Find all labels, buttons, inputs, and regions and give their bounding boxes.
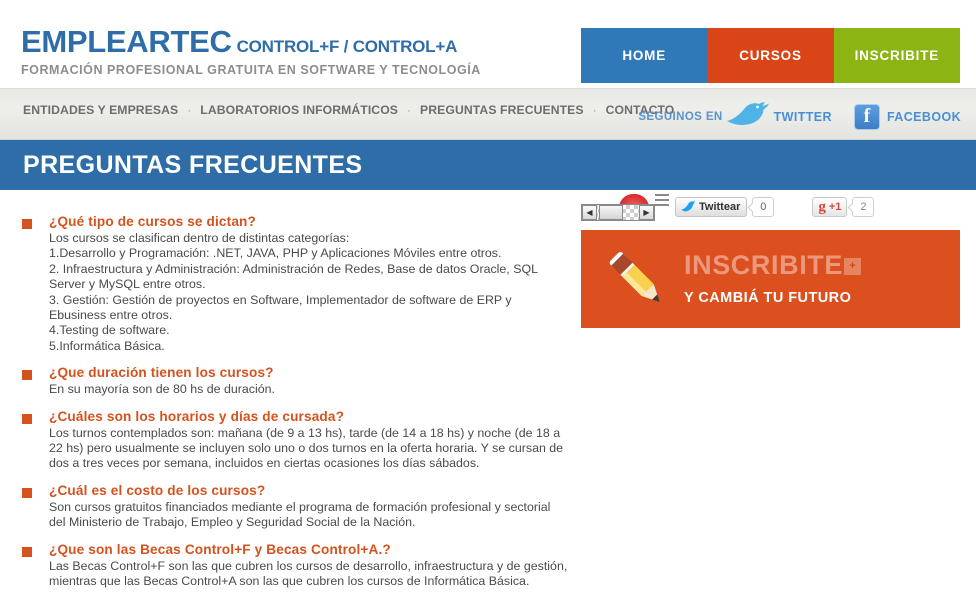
square-bullet-icon <box>22 546 32 557</box>
subnav-separator: · <box>592 103 597 117</box>
twitter-share-widget: Twittear 0 <box>675 197 775 217</box>
faq-question[interactable]: ¿Cuál es el costo de los cursos? <box>49 483 570 499</box>
twitter-logo-icon <box>681 200 695 215</box>
promo-title: INSCRIBITE <box>684 250 844 280</box>
twitter-link-label[interactable]: TWITTER <box>774 110 832 124</box>
social-share-row: ◀ ▶ Twittear 0 g +1 2 <box>581 190 960 224</box>
inscribite-promo-banner[interactable]: INSCRIBITE + Y CAMBIÁ TU FUTURO <box>581 230 960 328</box>
primary-navigation: HOME CURSOS INSCRIBITE <box>581 28 960 83</box>
subnav-item-entidades[interactable]: ENTIDADES Y EMPRESAS <box>23 103 178 117</box>
faq-item: ¿Qué tipo de cursos se dictan? Los curso… <box>22 214 570 354</box>
square-bullet-icon <box>22 487 32 498</box>
scroll-left-arrow-icon[interactable]: ◀ <box>582 205 597 220</box>
scrollbar-thumb[interactable] <box>599 205 623 220</box>
faq-question[interactable]: ¿Que son las Becas Control+F y Becas Con… <box>49 542 570 558</box>
faq-answer: En su mayoría son de 80 hs de duración. <box>49 382 275 397</box>
subnav-item-laboratorios[interactable]: LABORATORIOS INFORMÁTICOS <box>200 103 398 117</box>
brand-subtitle: CONTROL+F / CONTROL+A <box>236 37 458 56</box>
nav-item-inscribite[interactable]: INSCRIBITE <box>833 28 960 83</box>
brand-name: EMPLEARTEC <box>21 24 232 59</box>
secondary-navigation: ENTIDADES Y EMPRESAS · LABORATORIOS INFO… <box>0 88 976 140</box>
page-title-bar: PREGUNTAS FRECUENTES <box>0 140 976 190</box>
broken-facebook-like-widget[interactable]: ◀ ▶ <box>581 194 669 224</box>
google-plus-one-button[interactable]: g +1 <box>812 197 848 217</box>
pencil-icon <box>599 242 673 316</box>
faq-item: ¿Que duración tienen los cursos? En su m… <box>22 365 570 397</box>
promo-plus-icon[interactable]: + <box>844 258 861 275</box>
square-bullet-icon <box>22 413 32 424</box>
scroll-right-arrow-icon[interactable]: ▶ <box>639 205 654 220</box>
tweet-button-label: Twittear <box>699 201 741 213</box>
sidebar: ◀ ▶ Twittear 0 g +1 2 INSCRIBITE + Y CAM… <box>581 190 960 328</box>
faq-answer: Las Becas Control+F son las que cubren l… <box>49 558 568 589</box>
horizontal-scrollbar[interactable]: ◀ ▶ <box>581 204 655 221</box>
nav-item-home[interactable]: HOME <box>581 28 708 83</box>
subnav-item-preguntas[interactable]: PREGUNTAS FRECUENTES <box>420 103 584 117</box>
promo-subtitle: Y CAMBIÁ TU FUTURO <box>684 290 852 306</box>
faq-question[interactable]: ¿Cuáles son los horarios y días de cursa… <box>49 409 570 425</box>
brand-tagline: FORMACIÓN PROFESIONAL GRATUITA EN SOFTWA… <box>21 63 481 77</box>
site-header: EMPLEARTEC CONTROL+F / CONTROL+A FORMACIÓ… <box>0 0 976 88</box>
faq-answer: Los turnos contemplados son: mañana (de … <box>49 425 564 471</box>
subnav-separator: · <box>187 103 192 117</box>
facebook-icon[interactable]: f <box>853 103 880 130</box>
page-content: ¿Qué tipo de cursos se dictan? Los curso… <box>0 190 976 588</box>
faq-item: ¿Cuáles son los horarios y días de cursa… <box>22 409 570 472</box>
faq-list: ¿Qué tipo de cursos se dictan? Los curso… <box>22 214 570 601</box>
faq-item: ¿Cuál es el costo de los cursos? Son cur… <box>22 483 570 531</box>
google-g-icon: g <box>818 198 826 215</box>
secondary-nav-links: ENTIDADES Y EMPRESAS · LABORATORIOS INFO… <box>23 103 674 117</box>
square-bullet-icon <box>22 219 32 229</box>
tweet-count[interactable]: 0 <box>752 197 775 217</box>
faq-answer: Los cursos se clasifican dentro de disti… <box>49 231 538 353</box>
broken-image-lines-icon <box>655 194 669 206</box>
nav-item-cursos[interactable]: CURSOS <box>707 28 834 83</box>
subnav-separator: · <box>407 103 412 117</box>
faq-answer: Son cursos gratuitos financiados mediant… <box>49 499 551 530</box>
social-links: SEGUINOS EN TWITTER f FACEBOOK <box>638 100 961 133</box>
square-bullet-icon <box>22 370 32 381</box>
page-title: PREGUNTAS FRECUENTES <box>23 150 363 179</box>
site-logo[interactable]: EMPLEARTEC CONTROL+F / CONTROL+A <box>21 24 457 60</box>
faq-item: ¿Que son las Becas Control+F y Becas Con… <box>22 542 570 590</box>
faq-question[interactable]: ¿Que duración tienen los cursos? <box>49 365 570 381</box>
facebook-link-label[interactable]: FACEBOOK <box>887 110 961 124</box>
follow-us-label: SEGUINOS EN <box>638 110 723 123</box>
google-plus-count[interactable]: 2 <box>852 197 875 217</box>
google-plus-widget: g +1 2 <box>812 197 875 217</box>
faq-question[interactable]: ¿Qué tipo de cursos se dictan? <box>49 214 570 230</box>
google-plus-one-label: +1 <box>828 201 842 213</box>
twitter-bird-icon[interactable] <box>725 100 771 133</box>
tweet-button[interactable]: Twittear <box>675 197 748 217</box>
